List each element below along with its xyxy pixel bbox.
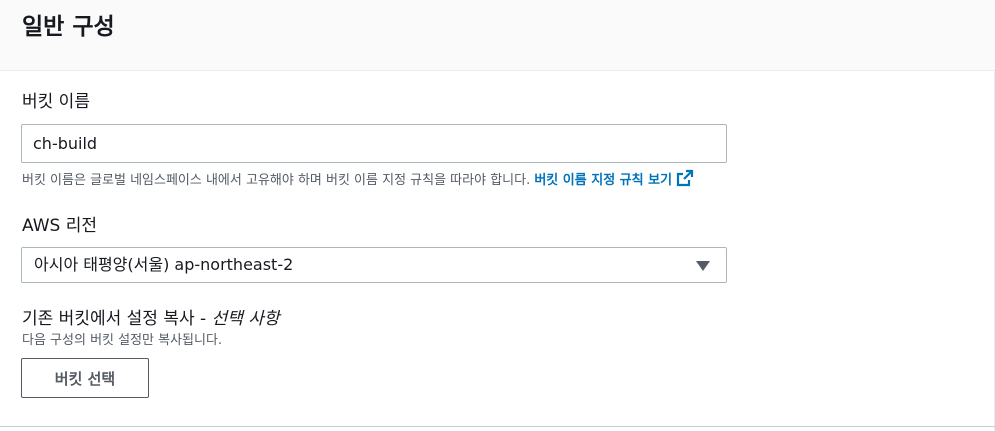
region-select[interactable]: 아시아 태평양(서울) ap-northeast-2 <box>21 247 727 283</box>
region-selected-value: 아시아 태평양(서울) ap-northeast-2 <box>34 255 294 274</box>
choose-bucket-button[interactable]: 버킷 선택 <box>21 358 149 398</box>
panel-title: 일반 구성 <box>22 14 115 40</box>
external-link-icon <box>676 169 694 187</box>
bucket-name-hint-text: 버킷 이름은 글로벌 네임스페이스 내에서 고유해야 하며 버킷 이름 지정 규… <box>22 173 531 188</box>
panel-header: 일반 구성 <box>0 0 995 71</box>
bucket-name-input[interactable] <box>21 124 727 163</box>
caret-down-icon <box>696 261 710 271</box>
copy-settings-description: 다음 구성의 버킷 설정만 복사됩니다. <box>22 333 223 348</box>
copy-settings-label: 기존 버킷에서 설정 복사 - 선택 사항 <box>22 307 280 331</box>
panel-bottom-divider <box>0 426 995 427</box>
copy-settings-label-text: 기존 버킷에서 설정 복사 - <box>22 309 207 329</box>
bucket-name-label: 버킷 이름 <box>22 92 90 112</box>
general-configuration-panel: 일반 구성 버킷 이름 버킷 이름은 글로벌 네임스페이스 내에서 고유해야 하… <box>0 0 995 431</box>
bucket-name-hint: 버킷 이름은 글로벌 네임스페이스 내에서 고유해야 하며 버킷 이름 지정 규… <box>22 169 694 191</box>
optional-tag: 선택 사항 <box>211 309 280 329</box>
naming-rules-link[interactable]: 버킷 이름 지정 규칙 보기 <box>534 169 694 188</box>
naming-rules-link-text: 버킷 이름 지정 규칙 보기 <box>534 173 673 188</box>
region-label: AWS 리전 <box>22 216 97 236</box>
